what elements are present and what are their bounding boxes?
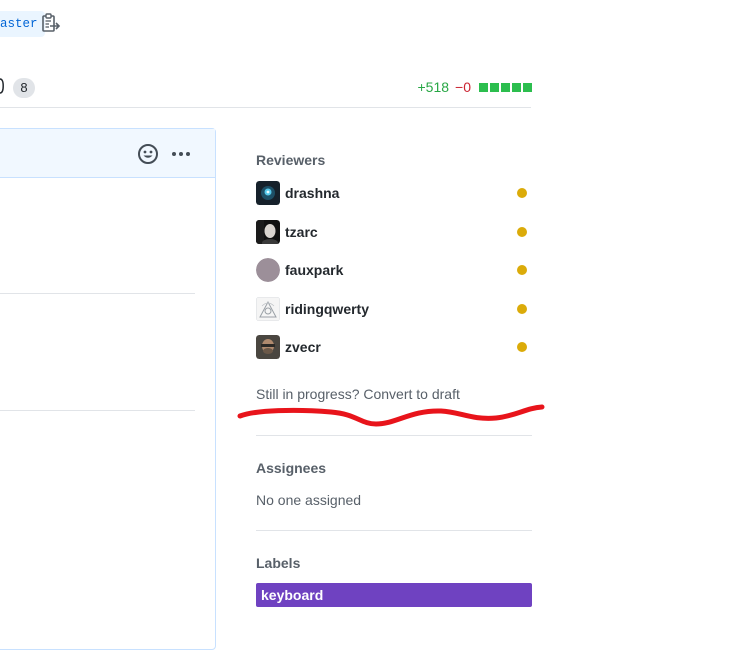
avatar[interactable] [256,181,280,205]
labels-heading[interactable]: Labels [256,555,300,571]
reviewer-name[interactable]: ridingqwerty [285,301,369,317]
tab-divider [0,107,531,108]
reviewers-heading[interactable]: Reviewers [256,152,325,168]
reviewer-item: fauxpark [256,257,532,283]
base-branch-tag[interactable]: aster [0,11,45,37]
comment-box [0,128,216,650]
diffstat-block [490,82,499,92]
reviewer-name[interactable]: tzarc [285,224,318,240]
diffstat: +518 −0 [417,78,532,96]
pending-review-dot [517,265,527,275]
reviewer-name[interactable]: drashna [285,185,339,201]
reviewer-item: zvecr [256,334,532,360]
pending-review-dot [517,342,527,352]
smiley-icon[interactable] [137,143,159,165]
files-changed-count: 8 [13,78,35,98]
reviewer-name[interactable]: zvecr [285,339,321,355]
reviewer-item: ridingqwerty [256,296,532,322]
clipboard-icon[interactable] [41,13,61,35]
kebab-horizontal-icon[interactable] [171,150,191,158]
assignees-value: No one assigned [256,492,362,508]
diffstat-block [501,82,510,92]
diffstat-blocks [477,82,532,92]
branch-name: aster [0,17,38,31]
pending-review-dot [517,188,527,198]
avatar[interactable] [256,258,280,282]
additions-count: +518 [417,79,450,95]
diffstat-block [479,82,488,92]
avatar[interactable] [256,297,280,321]
avatar[interactable] [256,335,280,359]
reviewer-item: tzarc [256,219,532,245]
deletions-count: −0 [455,79,471,95]
label-keyboard[interactable]: keyboard [256,583,532,607]
diffstat-block [512,82,521,92]
pending-review-dot [517,304,527,314]
hand-drawn-underline [237,404,545,427]
comment-divider [0,410,195,411]
sidebar-divider [256,530,532,531]
sidebar-divider [256,435,532,436]
pending-review-dot [517,227,527,237]
diffstat-block [523,82,532,92]
assignees-heading[interactable]: Assignees [256,460,326,476]
reviewer-name[interactable]: fauxpark [285,262,343,278]
comment-divider [0,293,195,294]
reviewer-item: drashna [256,180,532,206]
tab-label-fragment[interactable] [0,76,4,96]
avatar[interactable] [256,220,280,244]
